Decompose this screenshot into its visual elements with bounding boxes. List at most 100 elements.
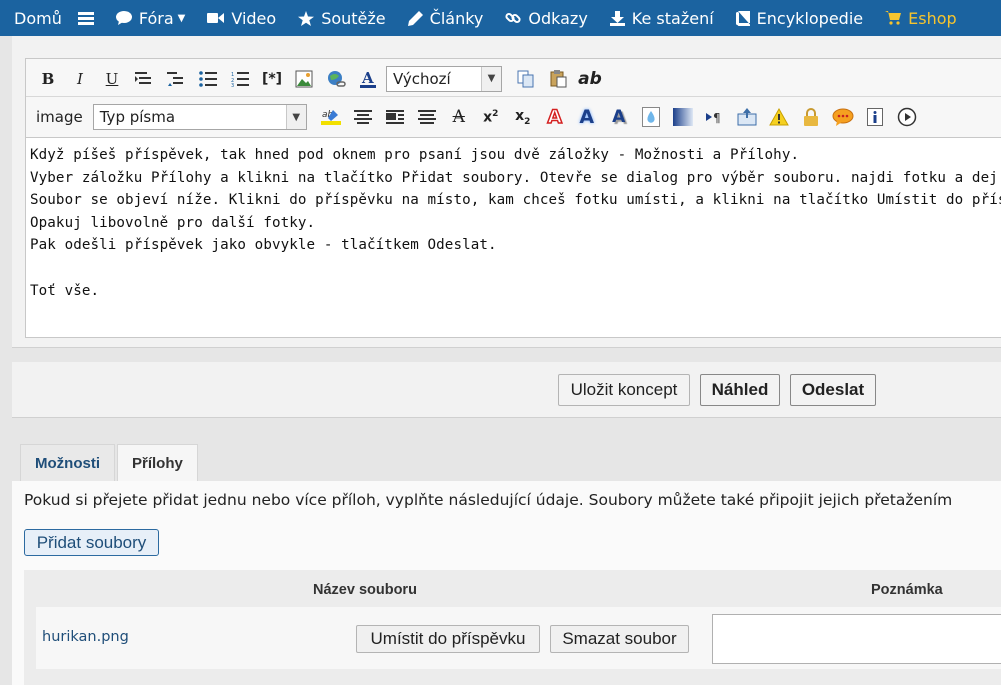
chevron-down-icon: ▼ bbox=[177, 12, 186, 24]
strikethrough-icon[interactable]: A bbox=[445, 104, 473, 130]
message-line: Vyber záložku Přílohy a klikni na tlačít… bbox=[30, 169, 1001, 186]
numbered-list-button[interactable]: 123 bbox=[226, 66, 254, 92]
paste-icon[interactable] bbox=[544, 66, 572, 92]
message-line: Toť vše. bbox=[30, 282, 100, 299]
nav-menu-toggle[interactable] bbox=[68, 0, 94, 36]
nav-item-soutaze[interactable]: Soutěže bbox=[298, 0, 386, 36]
bullet-list-button[interactable] bbox=[194, 66, 222, 92]
save-draft-button[interactable]: Uložit koncept bbox=[558, 374, 690, 406]
image-label: image bbox=[36, 108, 83, 126]
attachments-table: Název souboru Poznámka hurikan.png Umíst… bbox=[24, 570, 1001, 685]
nav-label: Odkazy bbox=[528, 8, 588, 28]
spellcheck-icon[interactable]: ab bbox=[576, 66, 604, 92]
table-row: hurikan.png Umístit do příspěvku Smazat … bbox=[36, 607, 1001, 669]
submit-button[interactable]: Odeslat bbox=[790, 374, 876, 406]
chat-bubble-icon bbox=[115, 11, 132, 25]
bold-button[interactable]: B bbox=[34, 66, 62, 92]
nav-label: Encyklopedie bbox=[756, 8, 864, 28]
star-icon bbox=[298, 10, 315, 26]
insert-link-icon[interactable] bbox=[322, 66, 350, 92]
chevron-down-icon: ▼ bbox=[285, 105, 306, 129]
nav-item-encyklopedie[interactable]: Encyklopedie bbox=[735, 0, 864, 36]
message-line: Když píšeš příspěvek, tak hned pod oknem… bbox=[30, 147, 800, 163]
nav-item-fora[interactable]: Fóra ▼ bbox=[115, 0, 186, 36]
svg-text:¶: ¶ bbox=[713, 111, 721, 124]
video-camera-icon bbox=[207, 12, 225, 24]
message-line: Pak odešli příspěvek jako obvykle - tlač… bbox=[30, 237, 497, 254]
nav-label: Ke stažení bbox=[631, 8, 714, 28]
font-color-icon[interactable]: A bbox=[354, 66, 382, 92]
text-shadow-red-icon[interactable]: A bbox=[541, 104, 569, 130]
post-actions-panel: Uložit koncept Náhled Odeslat bbox=[12, 362, 1001, 418]
style-select-value: Výchozí bbox=[393, 69, 451, 88]
nav-label: Eshop bbox=[908, 8, 957, 28]
editor-toolbar-primary: B I U 123 [*] A Výchozí ▼ ab bbox=[26, 61, 1001, 97]
post-options-tabs: Možnosti Přílohy bbox=[20, 444, 200, 482]
nav-label: Video bbox=[231, 8, 277, 28]
style-select[interactable]: Výchozí ▼ bbox=[386, 65, 502, 92]
nav-label: Fóra bbox=[138, 8, 174, 28]
attachments-info-text: Pokud si přejete přidat jednu nebo více … bbox=[24, 491, 953, 509]
top-navbar: Domů Fóra ▼ Video Soutěže Články Odkazy … bbox=[0, 0, 1001, 36]
message-line-blank bbox=[30, 257, 1000, 280]
outdent-button[interactable] bbox=[130, 66, 158, 92]
insert-image-icon[interactable] bbox=[290, 66, 318, 92]
add-files-button[interactable]: Přidat soubory bbox=[24, 529, 159, 556]
nav-item-odkazy[interactable]: Odkazy bbox=[505, 0, 588, 36]
svg-text:3: 3 bbox=[231, 83, 234, 87]
nav-item-home[interactable]: Domů bbox=[14, 0, 62, 36]
align-justify-icon[interactable] bbox=[381, 104, 409, 130]
copy-icon[interactable] bbox=[512, 66, 540, 92]
align-block-icon[interactable] bbox=[413, 104, 441, 130]
play-media-icon[interactable] bbox=[893, 104, 921, 130]
cart-icon bbox=[885, 11, 902, 25]
nav-item-clanky[interactable]: Články bbox=[407, 0, 484, 36]
column-header-filename: Název souboru bbox=[313, 582, 417, 598]
attachment-note-input[interactable] bbox=[712, 614, 1001, 664]
attachment-filename[interactable]: hurikan.png bbox=[42, 629, 129, 645]
place-in-post-button[interactable]: Umístit do příspěvku bbox=[356, 625, 540, 653]
nav-label: Soutěže bbox=[321, 8, 386, 28]
book-icon bbox=[735, 10, 750, 26]
preview-button[interactable]: Náhled bbox=[700, 374, 780, 406]
font-family-select[interactable]: Typ písma ▼ bbox=[92, 104, 307, 130]
align-center-icon[interactable] bbox=[349, 104, 377, 130]
indent-button[interactable] bbox=[162, 66, 190, 92]
highlight-icon[interactable]: ab bbox=[317, 104, 345, 130]
gradient-icon[interactable] bbox=[669, 104, 697, 130]
insert-bbcode-button[interactable]: [*] bbox=[258, 66, 286, 92]
tab-prilohy[interactable]: Přílohy bbox=[117, 444, 198, 482]
message-line: Soubor se objeví níže. Klikni do příspěv… bbox=[30, 192, 1001, 209]
blur-icon[interactable] bbox=[637, 104, 665, 130]
subscript-icon[interactable]: x2 bbox=[509, 104, 537, 130]
nav-item-eshop[interactable]: Eshop bbox=[885, 0, 957, 36]
chevron-down-icon: ▼ bbox=[481, 66, 501, 91]
nav-item-video[interactable]: Video bbox=[207, 0, 276, 36]
ltr-direction-icon[interactable]: ¶ bbox=[701, 104, 729, 130]
text-shadow-icon[interactable]: A bbox=[605, 104, 633, 130]
warning-icon[interactable] bbox=[765, 104, 793, 130]
delete-file-button[interactable]: Smazat soubor bbox=[550, 625, 689, 653]
underline-button[interactable]: U bbox=[98, 66, 126, 92]
pencil-icon bbox=[407, 10, 423, 26]
nav-item-downloads[interactable]: Ke stažení bbox=[609, 0, 714, 36]
speech-bubble-icon[interactable] bbox=[829, 104, 857, 130]
font-select-value: Typ písma bbox=[99, 108, 176, 126]
nav-label: Články bbox=[429, 8, 484, 28]
message-textarea[interactable]: Když píšeš příspěvek, tak hned pod oknem… bbox=[26, 137, 1001, 337]
download-icon bbox=[609, 10, 625, 26]
attachments-panel: Pokud si přejete přidat jednu nebo více … bbox=[12, 481, 1001, 685]
editor-panel: B I U 123 [*] A Výchozí ▼ ab image Typ p… bbox=[12, 36, 1001, 348]
text-glow-icon[interactable]: A bbox=[573, 104, 601, 130]
upload-image-icon[interactable] bbox=[733, 104, 761, 130]
svg-text:A: A bbox=[361, 70, 374, 87]
superscript-icon[interactable]: x2 bbox=[477, 104, 505, 130]
nav-label: Domů bbox=[14, 8, 62, 28]
lock-icon[interactable] bbox=[797, 104, 825, 130]
info-icon[interactable] bbox=[861, 104, 889, 130]
italic-button[interactable]: I bbox=[66, 66, 94, 92]
link-icon bbox=[505, 10, 521, 26]
menu-icon bbox=[77, 11, 94, 25]
tab-moznosti[interactable]: Možnosti bbox=[20, 444, 115, 482]
column-header-note: Poznámka bbox=[871, 582, 943, 598]
